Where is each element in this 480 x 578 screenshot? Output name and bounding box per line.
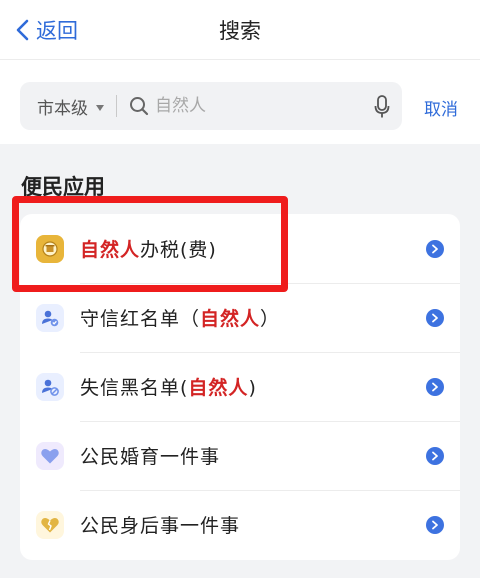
keyword-highlight: 自然人: [188, 377, 249, 399]
search-icon: [130, 97, 149, 116]
app-item-label: 公民婚育一件事: [80, 446, 221, 468]
user-shield-icon: [36, 303, 64, 332]
chevron-right-icon[interactable]: [426, 446, 444, 465]
user-blocked-icon: [36, 372, 64, 401]
app-item-funeral[interactable]: 公民身后事一件事: [20, 490, 460, 559]
region-level-selector[interactable]: 市本级: [37, 94, 88, 119]
keyword-highlight: 自然人: [80, 239, 141, 261]
label-text: ）: [260, 308, 281, 330]
broken-heart-icon: [36, 510, 64, 539]
app-list-card: 自然人办税(费) 守信红名单（自然人） 失信黑名单(自然人) 公民婚育一件事 公…: [20, 214, 460, 560]
search-bar-area: 市本级 取消: [0, 60, 480, 144]
app-item-redlist[interactable]: 守信红名单（自然人）: [20, 283, 460, 352]
label-text: 守信红名单（: [80, 308, 201, 330]
app-item-label: 失信黑名单(自然人): [80, 373, 257, 400]
app-item-marriage[interactable]: 公民婚育一件事: [20, 421, 460, 490]
dropdown-caret-icon[interactable]: [96, 105, 104, 111]
app-item-blacklist[interactable]: 失信黑名单(自然人): [20, 352, 460, 421]
app-item-label: 守信红名单（自然人）: [80, 304, 280, 331]
search-box[interactable]: 市本级: [20, 82, 402, 130]
label-text: 失信黑名单(: [80, 377, 189, 399]
chevron-right-icon[interactable]: [426, 377, 444, 396]
search-divider: [116, 95, 117, 117]
app-item-label: 公民身后事一件事: [80, 515, 241, 537]
label-text: 办税(费): [140, 239, 217, 261]
app-item-label: 自然人办税(费): [80, 235, 217, 262]
heart-icon: [36, 441, 64, 470]
chevron-right-icon[interactable]: [426, 308, 444, 327]
app-item-tax[interactable]: 自然人办税(费): [20, 214, 460, 283]
search-input[interactable]: [155, 96, 355, 116]
keyword-highlight: 自然人: [200, 308, 261, 330]
cancel-button[interactable]: 取消: [424, 95, 458, 120]
microphone-icon[interactable]: [374, 95, 390, 119]
tax-bureau-icon: [36, 234, 64, 263]
chevron-right-icon[interactable]: [426, 515, 444, 534]
chevron-right-icon[interactable]: [426, 239, 444, 258]
label-text: ): [248, 377, 257, 399]
section-title: 便民应用: [21, 175, 105, 199]
top-nav-bar: 返回 搜索: [0, 0, 480, 60]
page-title: 搜索: [219, 19, 261, 43]
